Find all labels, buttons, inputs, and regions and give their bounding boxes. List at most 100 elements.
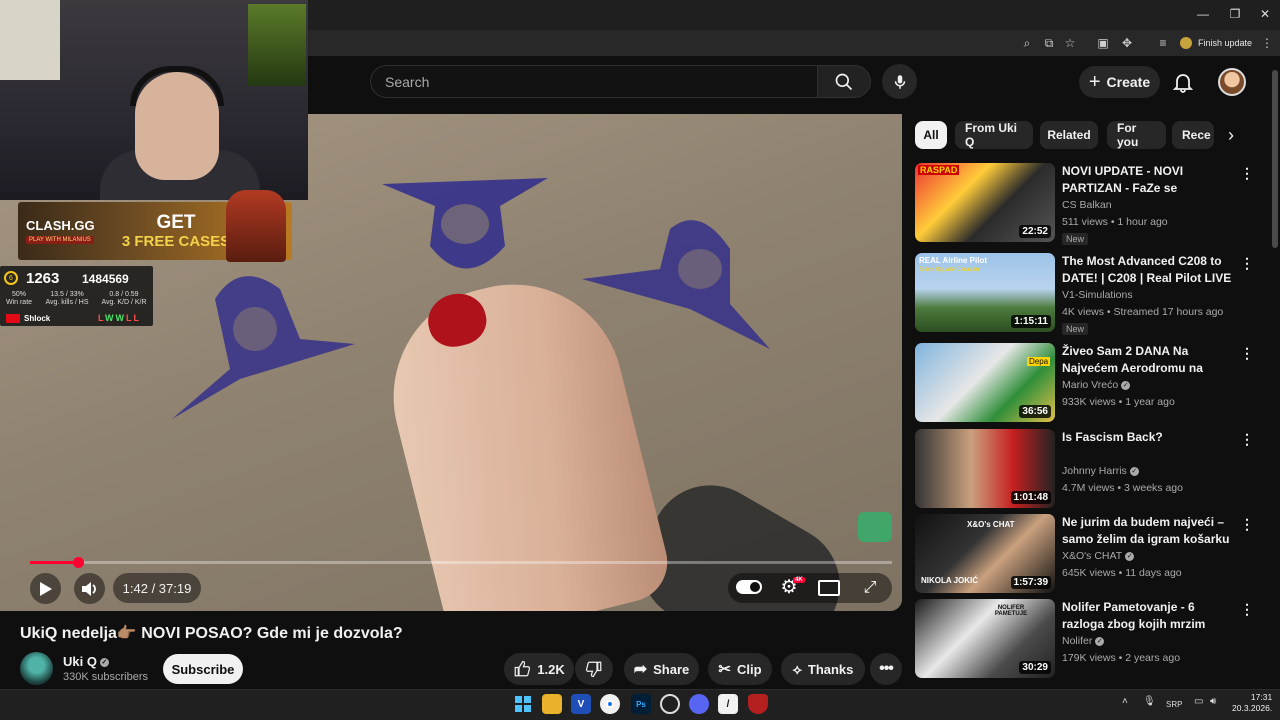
chip-from-uki-q[interactable]: From Uki Q [955,121,1033,149]
recommended-video[interactable]: NOLIFER PAMETUJE 30:29 Nolifer Pametovanje… [915,599,1265,679]
browser-menu-icon[interactable]: ⋮ [1258,34,1276,52]
more-vert-icon[interactable]: ⋮ [1240,601,1254,619]
create-button[interactable]: + Create [1079,66,1160,98]
chip-for-you[interactable]: For you [1107,121,1166,149]
thanks-icon: ⟡ [792,660,802,677]
search-button[interactable] [817,65,871,98]
video-title-link[interactable]: Is Fascism Back? [1062,429,1237,446]
more-vert-icon[interactable]: ⋮ [1240,165,1254,183]
account-avatar[interactable] [1218,68,1246,96]
progress-scrubber-handle[interactable] [73,557,84,568]
video-channel-name[interactable]: V1-Simulations [1062,289,1133,301]
thanks-button[interactable]: ⟡ Thanks [781,653,865,685]
thumbnail-text: X&O's CHAT [967,520,1015,529]
search-input[interactable]: Search [370,65,817,98]
minimize-button[interactable]: — [1186,0,1220,28]
file-explorer-icon[interactable] [542,694,562,714]
play-button[interactable] [30,573,61,604]
tray-mic-icon[interactable]: 🎙︎ [1143,696,1156,707]
restore-button[interactable]: ❐ [1218,0,1252,28]
video-title-link[interactable]: Ne jurim da budem najveći – samo želim d… [1062,514,1237,548]
recommended-video[interactable]: X&O's CHAT NIKOLA JOKIĆ 1:57:39 Ne jurim da… [915,514,1265,594]
obs-icon[interactable] [660,694,680,714]
search-placeholder: Search [385,73,430,90]
system-clock[interactable]: 17:31 20.3.2026. [1232,692,1272,714]
recommended-video[interactable]: REAL Airline Pilot Black Square Caravan 1:… [915,253,1265,335]
shield-app-icon[interactable] [748,694,768,714]
chips-next-arrow-icon[interactable]: › [1221,125,1241,145]
chip-all[interactable]: All [915,121,947,149]
bookmark-star-icon[interactable]: ☆ [1061,34,1079,52]
channel-avatar[interactable] [20,652,53,685]
chrome-icon[interactable] [600,694,620,714]
video-channel-name[interactable]: Mario Vrećo ✓ [1062,379,1131,391]
video-duration: 22:52 [1019,225,1051,238]
tray-overflow-icon[interactable]: ˄ [1122,696,1128,707]
video-channel-name[interactable]: CS Balkan [1062,199,1112,211]
video-title-link[interactable]: The Most Advanced C208 to DATE! | C208 |… [1062,253,1237,287]
video-meta: 933K views • 1 year ago [1062,396,1175,408]
like-button[interactable]: 1.2K [504,653,574,685]
more-vert-icon[interactable]: ⋮ [1240,345,1254,363]
reading-list-icon[interactable]: ≡ [1154,34,1172,52]
faceit-elo: 1263 [26,270,60,287]
new-badge: New [1062,323,1089,335]
video-channel-name[interactable]: Nolifer ✓ [1062,635,1105,647]
recommended-video[interactable]: 1:01:48 Is Fascism Back? Johnny Harris ✓ 4.7… [915,429,1265,509]
page-scrollbar[interactable] [1272,70,1278,248]
faceit-stat-kd: 0.8 / 0.59 Avg. K/D / K/R [96,291,152,307]
video-thumbnail[interactable]: NOLIFER PAMETUJE 30:29 [915,599,1055,678]
zoom-icon[interactable]: ⌕ [1018,34,1036,52]
video-title-link[interactable]: NOVI UPDATE - NOVI PARTIZAN - FaZe se RA… [1062,163,1237,197]
chip-rece[interactable]: Rece [1172,121,1214,149]
more-horizontal-icon: ••• [879,660,894,677]
windows-start-icon[interactable] [513,694,533,714]
progress-bar[interactable] [30,561,892,564]
thanks-label: Thanks [807,661,854,677]
video-thumbnail[interactable]: RASPAD 22:52 [915,163,1055,242]
discord-icon[interactable] [689,694,709,714]
extensions-puzzle-icon[interactable]: ✥ [1118,34,1136,52]
volume-tray-icon[interactable]: 🔊︎ [1210,696,1216,707]
thumbs-down-icon [585,661,602,678]
thumbnail-text: Depa [1027,357,1051,366]
theater-mode-icon[interactable] [818,580,840,596]
video-thumbnail[interactable]: X&O's CHAT NIKOLA JOKIĆ 1:57:39 [915,514,1055,593]
network-icon[interactable]: ▭ [1194,696,1203,707]
faceit-level-icon: 6 [4,271,18,285]
more-vert-icon[interactable]: ⋮ [1240,431,1254,449]
thumbnail-text: REAL Airline Pilot [919,256,988,265]
video-channel-name[interactable]: Johnny Harris ✓ [1062,465,1139,477]
recommended-video[interactable]: Depa 36:56 Živeo Sam 2 DANA Na Najvećem Ae… [915,343,1265,423]
recommended-video[interactable]: RASPAD 22:52 NOVI UPDATE - NOVI PARTIZAN -… [915,163,1265,245]
vpn-app-icon[interactable]: V [571,694,591,714]
photoshop-icon[interactable]: Ps [631,694,651,714]
voice-search-button[interactable] [882,64,917,99]
video-thumbnail[interactable]: REAL Airline Pilot Black Square Caravan 1:… [915,253,1055,332]
subscribe-button[interactable]: Subscribe [163,654,243,684]
more-vert-icon[interactable]: ⋮ [1240,255,1254,273]
video-thumbnail[interactable]: Depa 36:56 [915,343,1055,422]
notifications-bell-icon[interactable] [1171,70,1195,94]
more-actions-button[interactable]: ••• [870,653,902,685]
notes-app-icon[interactable]: / [718,694,738,714]
more-vert-icon[interactable]: ⋮ [1240,516,1254,534]
clip-button[interactable]: ✂ Clip [708,653,772,685]
autoplay-toggle[interactable] [736,580,762,594]
mute-button[interactable] [74,573,105,604]
install-app-icon[interactable]: ⧉ [1040,34,1058,52]
extension-icon[interactable]: ▣ [1094,34,1112,52]
video-title-link[interactable]: Nolifer Pametovanje - 6 razloga zbog koj… [1062,599,1237,633]
video-channel-name[interactable]: X&O's CHAT ✓ [1062,550,1135,562]
language-indicator[interactable]: SRP [1166,700,1182,709]
channel-name[interactable]: Uki Q ✓ [63,654,109,669]
result-loss: L [133,313,142,323]
share-button[interactable]: ➦ Share [624,653,699,685]
chip-related[interactable]: Related [1040,121,1098,149]
close-window-button[interactable]: ✕ [1248,0,1280,28]
fullscreen-icon[interactable]: ⤢ [860,578,880,598]
finish-update-button[interactable]: Finish update [1180,35,1252,51]
dislike-button[interactable] [575,653,613,685]
video-title-link[interactable]: Živeo Sam 2 DANA Na Najvećem Aerodromu n… [1062,343,1237,377]
video-thumbnail[interactable]: 1:01:48 [915,429,1055,508]
